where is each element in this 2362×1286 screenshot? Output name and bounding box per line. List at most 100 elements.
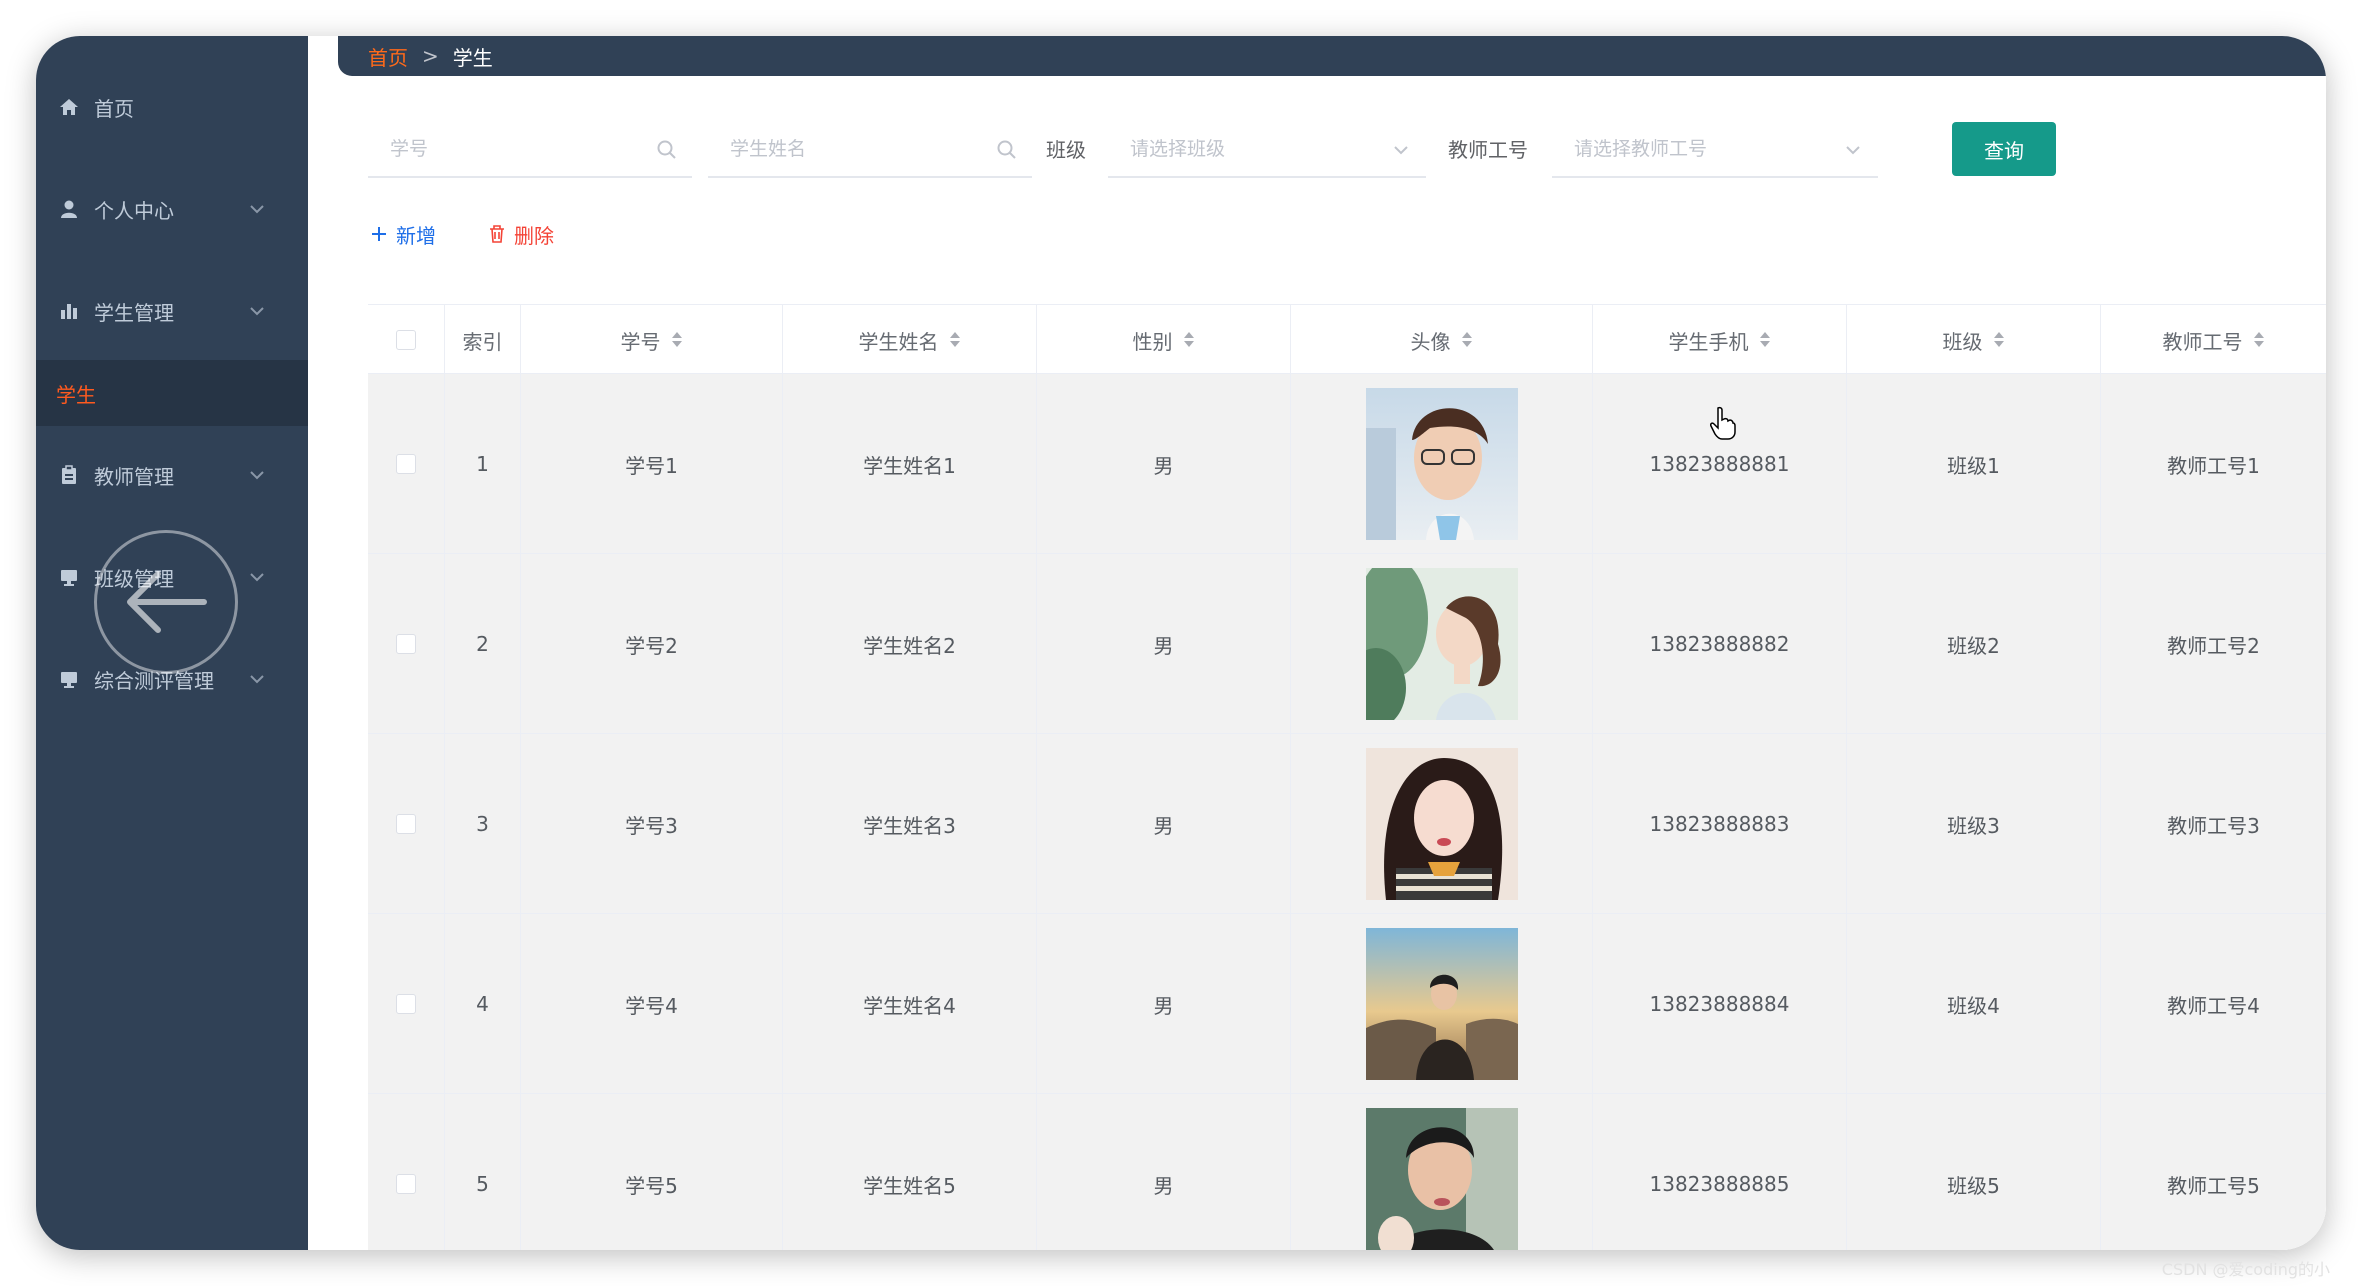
sort-icon[interactable] xyxy=(2253,331,2265,349)
sort-icon[interactable] xyxy=(1759,331,1771,349)
avatar-photo[interactable] xyxy=(1365,1108,1518,1250)
cell-class: 班级3 xyxy=(1846,734,2100,914)
sort-icon[interactable] xyxy=(949,331,961,349)
column-header-teacher-no[interactable]: 教师工号 xyxy=(2100,305,2326,375)
row-checkbox[interactable] xyxy=(396,994,416,1014)
table-row[interactable]: 5 学号5 学生姓名5 男 13823888885 班级5 教师工号5 xyxy=(368,1094,2326,1250)
cell-student-name: 学生姓名1 xyxy=(782,374,1036,554)
cell-teacher-no: 教师工号5 xyxy=(2100,1094,2326,1250)
class-select-input[interactable] xyxy=(1108,138,1426,160)
cell-avatar xyxy=(1290,1094,1592,1250)
sort-icon[interactable] xyxy=(1993,331,2005,349)
student-name-input[interactable] xyxy=(708,138,1032,160)
cell-phone: 13823888885 xyxy=(1592,1094,1846,1250)
row-checkbox[interactable] xyxy=(396,454,416,474)
cell-phone: 13823888884 xyxy=(1592,914,1846,1094)
chevron-down-icon xyxy=(1842,139,1864,161)
column-header-phone[interactable]: 学生手机 xyxy=(1592,305,1846,375)
table-header: 索引 学号 学生姓名 性别 头像 学生手机 班级 教师工号 xyxy=(368,304,2326,375)
avatar-photo[interactable] xyxy=(1365,748,1518,900)
sort-icon[interactable] xyxy=(1461,331,1473,349)
select-all-checkbox[interactable] xyxy=(396,330,416,350)
sort-icon[interactable] xyxy=(1183,331,1195,349)
teacher-no-select-input[interactable] xyxy=(1552,138,1878,160)
cell-student-no: 学号3 xyxy=(520,734,782,914)
trash-icon xyxy=(490,225,504,243)
sidebar-item-teacher-management[interactable]: 教师管理 xyxy=(36,442,308,508)
sidebar-item-home[interactable]: 首页 xyxy=(36,74,308,140)
teacher-no-select[interactable] xyxy=(1552,122,1878,178)
user-icon xyxy=(58,198,80,220)
cell-index: 3 xyxy=(444,734,520,914)
column-header-label: 索引 xyxy=(462,329,503,354)
avatar-photo[interactable] xyxy=(1365,928,1518,1080)
cell-phone: 13823888883 xyxy=(1592,734,1846,914)
avatar-photo[interactable] xyxy=(1365,568,1518,720)
row-select-cell xyxy=(368,734,444,914)
column-header-avatar[interactable]: 头像 xyxy=(1290,305,1592,375)
sidebar-item-label: 个人中心 xyxy=(94,198,174,223)
cell-student-no: 学号1 xyxy=(520,374,782,554)
cell-class: 班级1 xyxy=(1846,374,2100,554)
row-select-cell xyxy=(368,1094,444,1250)
back-button[interactable] xyxy=(94,530,238,674)
student-no-input[interactable] xyxy=(368,138,692,160)
cell-index: 5 xyxy=(444,1094,520,1250)
row-select-cell xyxy=(368,914,444,1094)
sidebar-item-label: 首页 xyxy=(94,96,134,121)
arrow-left-icon xyxy=(127,571,207,633)
table-row[interactable]: 4 学号4 学生姓名4 男 13823888884 班级4 教师工号4 xyxy=(368,914,2326,1094)
search-icon xyxy=(996,139,1018,161)
column-header-label: 班级 xyxy=(1942,329,1983,354)
table-row[interactable]: 3 学号3 学生姓名3 男 13823888883 班级3 教师工号3 xyxy=(368,734,2326,914)
clipboard-icon xyxy=(58,464,80,486)
breadcrumb-current: 学生 xyxy=(452,45,493,70)
breadcrumb-home[interactable]: 首页 xyxy=(368,42,408,71)
sort-icon[interactable] xyxy=(671,331,683,349)
chevron-down-icon xyxy=(246,300,268,322)
column-header-label: 头像 xyxy=(1410,329,1451,354)
row-checkbox[interactable] xyxy=(396,1174,416,1194)
delete-button-label: 删除 xyxy=(514,223,554,248)
delete-button[interactable]: 删除 xyxy=(488,220,554,249)
cell-student-name: 学生姓名2 xyxy=(782,554,1036,734)
cell-class: 班级2 xyxy=(1846,554,2100,734)
main-content: 首页 > 学生 班级 教师工号 查询 xyxy=(308,36,2326,1250)
avatar-photo[interactable] xyxy=(1365,388,1518,540)
watermark: CSDN @爱coding的小 xyxy=(2161,1260,2330,1279)
column-header-class[interactable]: 班级 xyxy=(1846,305,2100,375)
cell-index: 1 xyxy=(444,374,520,554)
table-row[interactable]: 1 学号1 学生姓名1 男 13823888881 班级1 教师工号1 xyxy=(368,374,2326,554)
cell-avatar xyxy=(1290,914,1592,1094)
row-checkbox[interactable] xyxy=(396,634,416,654)
breadcrumb: 首页 > 学生 xyxy=(338,36,2326,76)
select-all-cell xyxy=(368,305,444,375)
cell-teacher-no: 教师工号4 xyxy=(2100,914,2326,1094)
column-header-student-name[interactable]: 学生姓名 xyxy=(782,305,1036,375)
sidebar-item-student-management[interactable]: 学生管理 xyxy=(36,278,308,344)
column-header-gender[interactable]: 性别 xyxy=(1036,305,1290,375)
table-row[interactable]: 2 学号2 学生姓名2 男 13823888882 班级2 教师工号2 xyxy=(368,554,2326,734)
sidebar-item-label: 学生 xyxy=(56,382,96,407)
column-header-label: 性别 xyxy=(1132,329,1173,354)
sidebar-item-personal-center[interactable]: 个人中心 xyxy=(36,176,308,242)
student-table: 索引 学号 学生姓名 性别 头像 学生手机 班级 教师工号 1 学号1 学生姓名… xyxy=(368,304,2326,1250)
cell-phone: 13823888881 xyxy=(1592,374,1846,554)
breadcrumb-separator: > xyxy=(422,44,439,68)
class-select[interactable] xyxy=(1108,122,1426,178)
column-header-student-no[interactable]: 学号 xyxy=(520,305,782,375)
add-button[interactable]: 新增 xyxy=(370,220,436,249)
query-button[interactable]: 查询 xyxy=(1952,122,2056,176)
sidebar-item-student[interactable]: 学生 xyxy=(36,360,308,426)
plus-icon xyxy=(372,227,386,241)
column-header-label: 学生手机 xyxy=(1668,329,1749,354)
home-icon xyxy=(58,96,80,118)
cell-class: 班级5 xyxy=(1846,1094,2100,1250)
cell-gender: 男 xyxy=(1036,914,1290,1094)
cell-index: 2 xyxy=(444,554,520,734)
class-label: 班级 xyxy=(1046,138,1086,162)
row-checkbox[interactable] xyxy=(396,814,416,834)
cell-student-no: 学号2 xyxy=(520,554,782,734)
cell-teacher-no: 教师工号3 xyxy=(2100,734,2326,914)
chevron-down-icon xyxy=(246,566,268,588)
